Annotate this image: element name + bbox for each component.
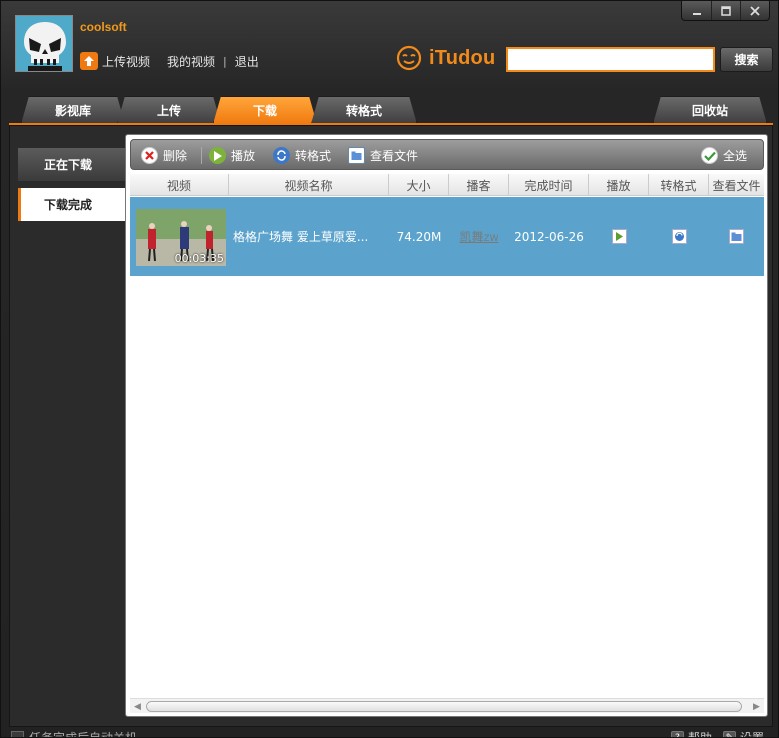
column-header-uploader[interactable]: 播客 — [449, 174, 509, 196]
row-play-icon[interactable] — [611, 229, 627, 244]
convert-button[interactable]: 转格式 — [273, 140, 331, 171]
completed-time: 2012-06-26 — [514, 229, 584, 244]
tab-video-library[interactable]: 影视库 — [21, 96, 125, 124]
play-button[interactable]: 播放 — [209, 140, 255, 171]
row-folder-icon[interactable] — [729, 229, 744, 244]
horizontal-scrollbar[interactable]: ◀ ▶ — [130, 698, 764, 713]
help-label: 帮助 — [688, 731, 713, 738]
video-title: 格格广场舞 爱上草原爱... — [233, 230, 369, 244]
row-convert-icon[interactable] — [671, 229, 687, 244]
scroll-left-arrow-icon[interactable]: ◀ — [130, 699, 145, 714]
toolbar-separator — [201, 147, 202, 164]
upload-arrow-icon[interactable] — [80, 52, 98, 70]
upload-video-link[interactable]: 上传视频 — [102, 53, 150, 70]
convert-label: 转格式 — [295, 149, 332, 163]
close-button[interactable] — [740, 1, 769, 20]
minimize-button[interactable] — [682, 1, 711, 20]
app-window: coolsoft 上传视频 我的视频 | 退出 iTudou 搜索 影视库 上传… — [0, 0, 779, 738]
delete-icon — [141, 147, 158, 164]
scrollbar-thumb[interactable] — [146, 701, 742, 712]
folder-icon — [348, 147, 365, 164]
list-toolbar: 删除 播放 转格式 查看文件 全选 — [130, 139, 764, 170]
wrench-icon: ✎ — [723, 731, 736, 737]
tab-download[interactable]: 下载 — [213, 96, 317, 124]
delete-button[interactable]: 删除 — [141, 140, 187, 171]
column-header-size[interactable]: 大小 — [389, 174, 449, 196]
close-icon — [750, 5, 760, 16]
help-icon: ? — [671, 731, 684, 737]
tab-convert[interactable]: 转格式 — [311, 96, 417, 124]
video-size: 74.20M — [396, 229, 442, 244]
settings-link[interactable]: ✎ 设置 — [723, 729, 765, 738]
row-convert-cell — [649, 197, 709, 276]
main-tabs: 影视库 上传 下载 转格式 回收站 — [1, 96, 779, 124]
settings-label: 设置 — [740, 731, 765, 738]
column-header-play[interactable]: 播放 — [589, 174, 649, 196]
column-header-title[interactable]: 视频名称 — [229, 174, 389, 196]
download-panel: 正在下载 下载完成 删除 播放 转格式 查看文件 全选 视频 视频名称 大小 播… — [9, 125, 773, 727]
maximize-button[interactable] — [711, 1, 740, 20]
auto-shutdown-label: 任务完成后自动关机 — [29, 731, 138, 738]
search-button[interactable]: 搜索 — [720, 47, 773, 72]
search-input[interactable] — [506, 47, 715, 72]
view-file-button[interactable]: 查看文件 — [348, 140, 418, 171]
video-duration: 00:03:35 — [174, 252, 224, 265]
auto-shutdown-checkbox[interactable] — [11, 731, 24, 737]
column-header-convert[interactable]: 转格式 — [649, 174, 709, 196]
avatar[interactable] — [15, 15, 73, 72]
uploader-link[interactable]: 凯舞ZW — [459, 228, 498, 245]
select-all-button[interactable]: 全选 — [701, 140, 747, 171]
column-header-completed[interactable]: 完成时间 — [509, 174, 589, 196]
auto-shutdown-option[interactable]: 任务完成后自动关机 — [11, 729, 138, 738]
sidebar-item-completed[interactable]: 下载完成 — [18, 188, 125, 221]
brand-name: iTudou — [429, 46, 496, 69]
convert-icon — [273, 147, 290, 164]
play-label: 播放 — [231, 149, 256, 163]
view-file-label: 查看文件 — [370, 149, 419, 163]
user-links: 上传视频 我的视频 | 退出 — [80, 52, 259, 70]
row-play-cell — [589, 197, 649, 276]
table-header: 视频 视频名称 大小 播客 完成时间 播放 转格式 查看文件 — [130, 174, 764, 196]
column-header-video[interactable]: 视频 — [130, 174, 229, 196]
status-bar: 任务完成后自动关机 ? 帮助 ✎ 设置 — [1, 729, 778, 738]
link-separator: | — [223, 54, 227, 68]
scroll-right-arrow-icon[interactable]: ▶ — [749, 699, 764, 714]
select-all-label: 全选 — [723, 149, 748, 163]
window-controls — [681, 1, 770, 21]
username: coolsoft — [80, 20, 127, 34]
check-icon — [701, 147, 718, 164]
logout-link[interactable]: 退出 — [235, 53, 259, 70]
sidebar-item-downloading[interactable]: 正在下载 — [18, 148, 125, 181]
tab-recycle-bin[interactable]: 回收站 — [653, 96, 767, 124]
play-icon — [209, 147, 226, 164]
row-view-file-cell — [709, 197, 764, 276]
video-thumbnail[interactable]: 00:03:35 — [136, 209, 226, 266]
uploader-cell: 凯舞ZW — [449, 197, 509, 276]
delete-label: 删除 — [163, 149, 188, 163]
table-row[interactable]: 00:03:35 格格广场舞 爱上草原爱... 74.20M 凯舞ZW 2012… — [130, 197, 764, 276]
completed-list: 删除 播放 转格式 查看文件 全选 视频 视频名称 大小 播客 完成时间 播放 … — [125, 134, 768, 717]
column-header-view-file[interactable]: 查看文件 — [709, 174, 764, 196]
minimize-icon — [692, 12, 701, 15]
my-videos-link[interactable]: 我的视频 — [167, 53, 215, 70]
tab-upload[interactable]: 上传 — [117, 96, 221, 124]
help-link[interactable]: ? 帮助 — [671, 729, 713, 738]
tudou-face-icon — [396, 45, 422, 71]
maximize-icon — [721, 5, 731, 16]
skull-avatar-icon — [16, 16, 72, 71]
brand-logo: iTudou — [396, 45, 495, 71]
